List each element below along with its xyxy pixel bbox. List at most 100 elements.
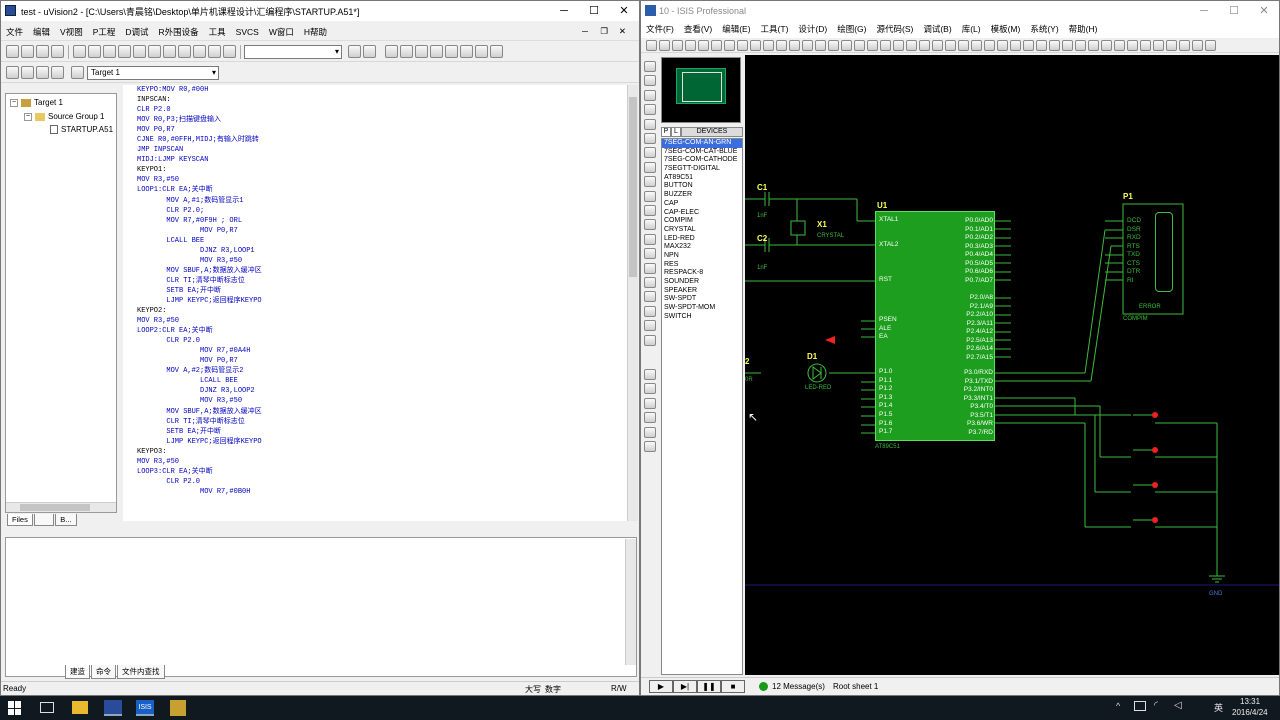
target-combo[interactable]: Target 1 bbox=[87, 65, 219, 80]
isis-menu-edit[interactable]: 编辑(E) bbox=[717, 23, 755, 35]
device-list-item[interactable]: SPEAKER bbox=[662, 287, 742, 296]
device-list-item[interactable]: SWITCH bbox=[662, 313, 742, 322]
code-editor[interactable]: KEYPO:MOV R0,#00H INPSCAN: CLR P2.0 MOV R0,… bbox=[123, 85, 627, 521]
isis-tool-icon[interactable] bbox=[984, 39, 995, 51]
code-line[interactable]: CLR P2.0; bbox=[137, 206, 627, 216]
tab-command[interactable]: 命令 bbox=[91, 665, 116, 679]
isis-mode-icon[interactable] bbox=[644, 75, 656, 87]
mdi-restore-icon[interactable]: ❐ bbox=[595, 26, 613, 37]
code-line[interactable]: INPSCAN: bbox=[137, 95, 627, 105]
device-list-item[interactable]: LED-RED bbox=[662, 235, 742, 244]
isis-tool-icon[interactable] bbox=[841, 39, 852, 51]
code-line[interactable]: CLR TI;清琴中断标志位 bbox=[137, 417, 627, 427]
code-line[interactable]: LOOP1:CLR EA;关中断 bbox=[137, 185, 627, 195]
code-line[interactable]: SETB EA;开中断 bbox=[137, 286, 627, 296]
code-line[interactable]: SETB EA;开中断 bbox=[137, 427, 627, 437]
mdi-minimize-icon[interactable]: ─ bbox=[577, 26, 593, 36]
mdi-close-icon[interactable]: ✕ bbox=[614, 26, 631, 37]
minimize-icon[interactable]: ─ bbox=[1189, 1, 1219, 21]
ime-indicator[interactable]: 英 bbox=[1214, 701, 1223, 714]
debug-start-icon[interactable] bbox=[385, 45, 398, 58]
isis-tool-icon[interactable] bbox=[815, 39, 826, 51]
device-list-item[interactable]: 7SEG-COM-CATHODE bbox=[662, 156, 742, 165]
uvision-titlebar[interactable]: test - uVision2 - [C:\Users\青晨铭\Desktop\… bbox=[1, 1, 639, 21]
isis-menu-view[interactable]: 查看(V) bbox=[679, 23, 717, 35]
menu-file[interactable]: 文件 bbox=[1, 26, 28, 38]
isis-tool-icon[interactable] bbox=[776, 39, 787, 51]
code-line[interactable]: MOV R3,#50 bbox=[137, 256, 627, 266]
isis-tool-icon[interactable] bbox=[789, 39, 800, 51]
isis-mode-icon[interactable] bbox=[644, 369, 656, 380]
isis-mode-icon[interactable] bbox=[644, 205, 656, 216]
isis-mode-icon[interactable] bbox=[644, 133, 656, 144]
device-list-item[interactable]: 7SEGTT-DIGITAL bbox=[662, 165, 742, 174]
step-icon[interactable]: ▶| bbox=[673, 680, 697, 693]
code-line[interactable]: MOV P0,R7 bbox=[137, 125, 627, 135]
device-list-item[interactable]: BUTTON bbox=[662, 182, 742, 191]
isis-tool-icon[interactable] bbox=[1140, 39, 1151, 51]
isis-mode-icon[interactable] bbox=[644, 161, 656, 173]
code-line[interactable]: LJMP KEYPC;返回程序KEYPO bbox=[137, 437, 627, 447]
bookmark-clear-icon[interactable] bbox=[223, 45, 236, 58]
code-line[interactable]: MOV R7,#0B0H bbox=[137, 487, 627, 497]
breakpoint-icon[interactable] bbox=[400, 45, 413, 58]
maximize-icon[interactable]: ☐ bbox=[579, 1, 609, 21]
undo-icon[interactable] bbox=[118, 45, 131, 58]
isis-tool-icon[interactable] bbox=[1088, 39, 1099, 51]
isis-mode-icon[interactable] bbox=[644, 190, 656, 202]
overview-window[interactable] bbox=[661, 57, 741, 123]
device-list-item[interactable]: MAX232 bbox=[662, 243, 742, 252]
minimize-icon[interactable]: ─ bbox=[549, 1, 579, 21]
menu-debug[interactable]: D调试 bbox=[120, 26, 153, 38]
isis-tool-icon[interactable] bbox=[1010, 39, 1021, 51]
code-line[interactable]: CLR P2.0 bbox=[137, 105, 627, 115]
isis-mode-icon[interactable] bbox=[644, 219, 656, 231]
expand-icon[interactable]: − bbox=[10, 98, 18, 107]
code-line[interactable]: MOV A,#1;数码管显示1 bbox=[137, 196, 627, 206]
code-line[interactable]: LOOP3:CLR EA;关中断 bbox=[137, 467, 627, 477]
code-line[interactable]: LCALL BEE bbox=[137, 376, 627, 386]
code-line[interactable]: CLR P2.0 bbox=[137, 477, 627, 487]
isis-tool-icon[interactable] bbox=[646, 39, 657, 51]
code-line[interactable]: CLR TI;清琴中断标志位 bbox=[137, 276, 627, 286]
expand-icon[interactable]: − bbox=[24, 112, 32, 121]
menu-view[interactable]: V视图 bbox=[55, 26, 88, 38]
isis-tool-icon[interactable] bbox=[724, 39, 735, 51]
isis-menu-system[interactable]: 系统(Y) bbox=[1025, 23, 1063, 35]
isis-mode-icon[interactable] bbox=[644, 118, 656, 130]
tab-build[interactable]: 建造 bbox=[65, 665, 90, 679]
isis-mode-icon[interactable] bbox=[644, 233, 656, 245]
isis-menu-file[interactable]: 文件(F) bbox=[641, 23, 679, 35]
isis-mode-icon[interactable] bbox=[644, 147, 656, 159]
hand-icon[interactable] bbox=[445, 45, 458, 58]
menu-edit[interactable]: 编辑 bbox=[28, 26, 55, 38]
task-view-icon[interactable] bbox=[40, 702, 54, 713]
code-line[interactable]: KEYPO3: bbox=[137, 447, 627, 457]
messages-count[interactable]: 12 Message(s) bbox=[772, 682, 825, 691]
start-icon[interactable] bbox=[8, 701, 22, 715]
isis-tool-icon[interactable] bbox=[1062, 39, 1073, 51]
isis-mode-icon[interactable] bbox=[644, 89, 656, 101]
isis-mode-icon[interactable] bbox=[644, 248, 656, 260]
isis-tool-icon[interactable] bbox=[854, 39, 865, 51]
isis-mode-icon[interactable] bbox=[644, 104, 656, 116]
build-icon[interactable] bbox=[21, 66, 34, 79]
isis-tool-icon[interactable] bbox=[1205, 39, 1216, 51]
device-list-item[interactable]: SOUNDER bbox=[662, 278, 742, 287]
cut-icon[interactable] bbox=[73, 45, 86, 58]
code-line[interactable]: MOV R7,#0A4H bbox=[137, 346, 627, 356]
code-line[interactable]: KEYPO:MOV R0,#00H bbox=[137, 85, 627, 95]
isis-menu-graph[interactable]: 绘图(G) bbox=[832, 23, 871, 35]
menu-peripherals[interactable]: R外围设备 bbox=[154, 26, 204, 38]
code-line[interactable]: MOV P0,R7 bbox=[137, 356, 627, 366]
rebuild-icon[interactable] bbox=[36, 66, 49, 79]
isis-task-icon[interactable]: ISIS bbox=[136, 700, 154, 716]
isis-tool-icon[interactable] bbox=[945, 39, 956, 51]
menu-help[interactable]: H帮助 bbox=[299, 26, 332, 38]
code-line[interactable]: MOV R3,#50 bbox=[137, 175, 627, 185]
schematic-canvas[interactable]: U1 AT89C51 XTAL1 XTAL2 RST PSEN ALE EA P1.0 P1.… bbox=[745, 55, 1279, 675]
tree-group[interactable]: − Source Group 1 bbox=[24, 112, 104, 121]
pause-icon[interactable]: ❚❚ bbox=[697, 680, 721, 693]
tab-books[interactable]: B... bbox=[55, 514, 77, 526]
output-vscroll[interactable] bbox=[625, 539, 636, 665]
